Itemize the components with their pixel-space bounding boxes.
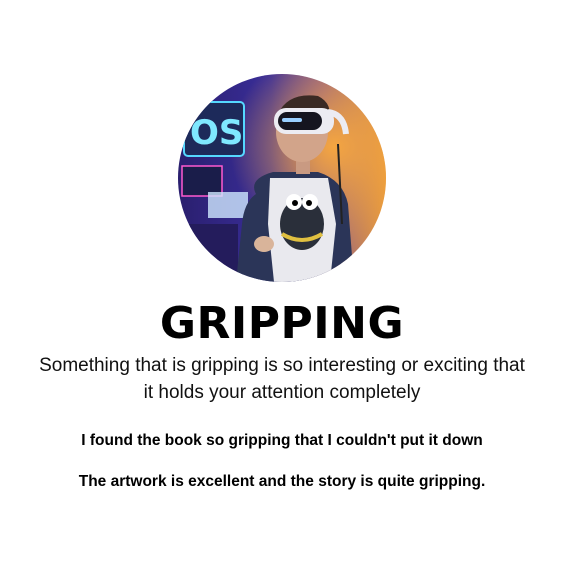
word-definition: Something that is gripping is so interes… <box>20 352 544 406</box>
definition-line-2: it holds your attention completely <box>143 382 421 403</box>
definition-line-1: Something that is gripping is so interes… <box>39 355 525 376</box>
example-sentence-2: The artwork is excellent and the story i… <box>78 473 486 490</box>
vr-headset-photo: OS <box>178 74 386 282</box>
vocabulary-word-title: GRIPPING <box>159 298 405 349</box>
example-sentence-1: I found the book so gripping that I coul… <box>81 432 483 449</box>
svg-text:OS: OS <box>190 113 243 153</box>
person-wearing-vr-headset-icon: OS <box>178 74 386 282</box>
